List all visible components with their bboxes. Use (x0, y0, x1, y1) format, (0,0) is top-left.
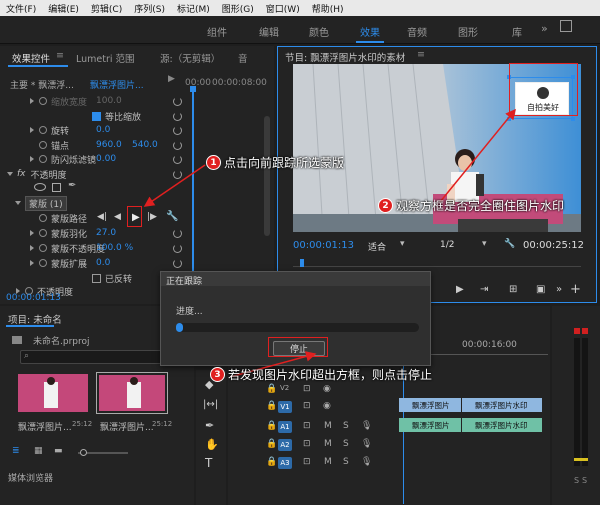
annotation-arrows (143, 108, 516, 378)
arrow-1 (143, 164, 206, 207)
callout-text: 若发现图片水印超出方框，则点击停止 (228, 368, 433, 382)
callout-text: 观察方框是否完全圈住图片水印 (396, 199, 565, 213)
callout-2: 2 观察方框是否完全圈住图片水印 (378, 197, 564, 214)
callout-number: 1 (206, 155, 221, 170)
callout-number: 3 (210, 367, 225, 382)
callout-text: 点击向前跟踪所选蒙版 (224, 156, 345, 170)
callout-1: 1 点击向前跟踪所选蒙版 (206, 154, 344, 171)
arrow-2 (439, 108, 516, 203)
callout-3: 3 若发现图片水印超出方框，则点击停止 (210, 366, 432, 383)
callout-number: 2 (378, 198, 393, 213)
